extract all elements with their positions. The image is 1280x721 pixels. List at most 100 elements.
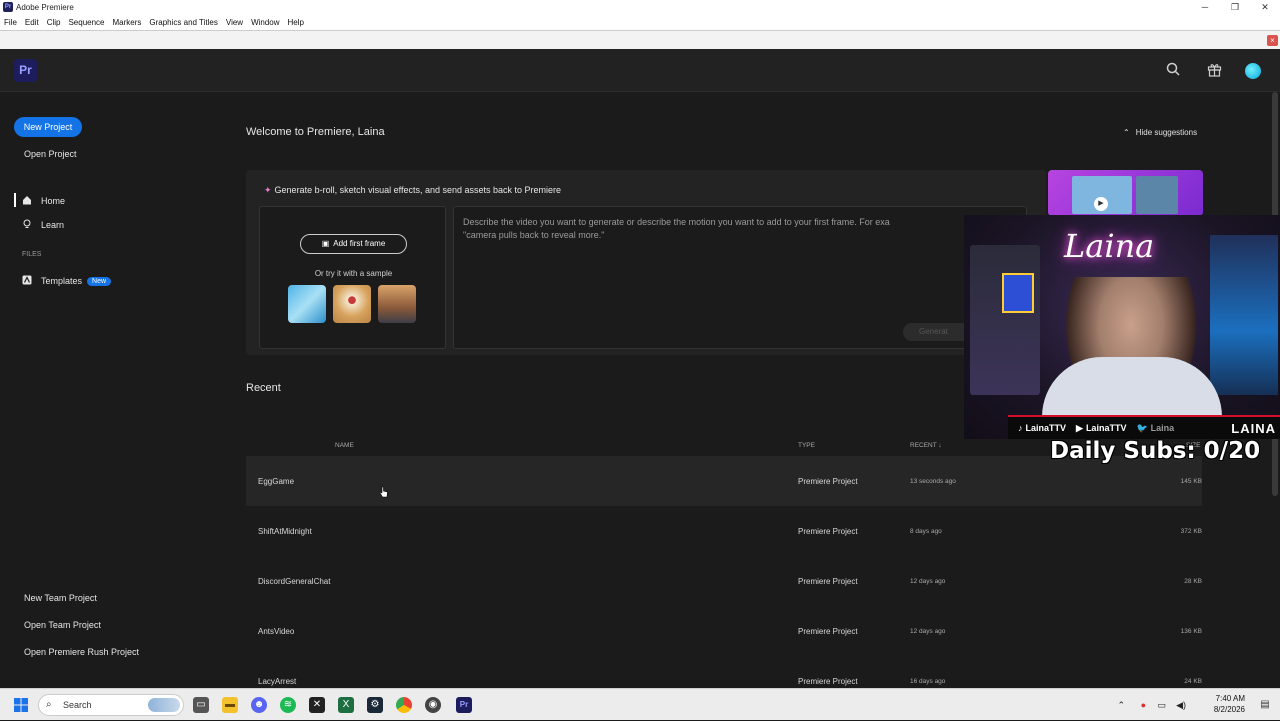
system-clock[interactable]: 7:40 AM 8/2/2026	[1205, 693, 1245, 715]
search-highlight-image	[148, 698, 180, 712]
sidebar-item-learn[interactable]: Learn	[14, 219, 64, 231]
tray-overflow-icon[interactable]: ⌃	[1117, 700, 1125, 711]
table-row[interactable]: LacyArrest Premiere Project 16 days ago …	[246, 656, 1202, 688]
volume-icon[interactable]: ◀)	[1176, 700, 1186, 711]
new-project-button[interactable]: New Project	[14, 117, 82, 137]
sidebar-item-home[interactable]: Home	[14, 193, 66, 207]
obs-icon[interactable]: ◉	[425, 697, 441, 713]
taskbar-search-label: Search	[63, 700, 92, 710]
file-explorer-icon[interactable]: ▬	[222, 697, 238, 713]
menu-edit[interactable]: Edit	[25, 18, 39, 27]
notification-strip: ×	[0, 30, 1280, 49]
table-row[interactable]: ShiftAtMidnight Premiere Project 8 days …	[246, 506, 1202, 556]
hide-suggestions-button[interactable]: ⌃ Hide suggestions	[1123, 128, 1197, 137]
menu-bar: File Edit Clip Sequence Markers Graphics…	[0, 14, 1280, 30]
project-name: EggGame	[258, 477, 295, 486]
close-window-button[interactable]: ✕	[1250, 0, 1280, 14]
sidebar-item-templates[interactable]: Templates New	[14, 275, 112, 287]
image-add-icon: ▣	[321, 239, 330, 248]
excel-icon[interactable]: X	[338, 697, 354, 713]
menu-sequence[interactable]: Sequence	[68, 18, 104, 27]
project-recent: 13 seconds ago	[910, 478, 956, 485]
open-rush-project-link[interactable]: Open Premiere Rush Project	[24, 647, 139, 657]
open-project-link[interactable]: Open Project	[24, 149, 77, 159]
menu-help[interactable]: Help	[288, 18, 304, 27]
clock-date: 8/2/2026	[1213, 705, 1245, 714]
window-title: Adobe Premiere	[16, 2, 74, 12]
promo-thumbnail[interactable]: ▶	[1048, 170, 1203, 216]
project-recent: 8 days ago	[910, 528, 942, 535]
youtube-handle: LainaTTV	[1085, 423, 1127, 433]
project-name: AntsVideo	[258, 627, 295, 636]
twitter-icon: 🐦	[1136, 422, 1148, 433]
menu-clip[interactable]: Clip	[47, 18, 61, 27]
lightbulb-icon	[22, 219, 32, 231]
project-type: Premiere Project	[798, 477, 858, 486]
social-bar: ♪ LainaTTV ▶ LainaTTV 🐦 Laina LAINA	[1008, 415, 1280, 439]
account-avatar[interactable]	[1245, 63, 1261, 79]
play-icon: ▶	[1094, 197, 1108, 211]
youtube-icon: ▶	[1076, 422, 1083, 433]
mouse-cursor-icon	[379, 486, 389, 498]
project-type: Premiere Project	[798, 627, 858, 636]
sidebar-item-label: Home	[41, 196, 66, 206]
taskbar-search[interactable]: ⌕ Search	[38, 694, 184, 716]
capcut-icon[interactable]: ✕	[309, 697, 325, 713]
search-icon: ⌕	[46, 699, 52, 710]
recent-title: Recent	[246, 382, 281, 394]
column-header-name[interactable]: NAME	[335, 442, 354, 449]
steam-icon[interactable]: ⚙	[367, 697, 383, 713]
sample-thumbnail-car[interactable]	[378, 285, 416, 323]
gift-icon[interactable]	[1205, 62, 1223, 80]
menu-graphics-and-titles[interactable]: Graphics and Titles	[149, 18, 217, 27]
tiktok-handle: LainaTTV	[1025, 423, 1067, 433]
tiktok-icon: ♪	[1018, 423, 1023, 433]
project-size: 372 KB	[1180, 528, 1202, 535]
project-type: Premiere Project	[798, 577, 858, 586]
spotify-icon[interactable]: ≋	[280, 697, 296, 713]
taskbar: ⌕ Search ▭ ▬ ☻ ≋ ✕ X ⚙ ◉ Pr ⌃ ● ▭ ◀) 7:4…	[0, 688, 1280, 720]
clock-time: 7:40 AM	[1215, 694, 1245, 703]
dismiss-notification-button[interactable]: ×	[1267, 35, 1278, 46]
column-header-type[interactable]: TYPE	[798, 442, 815, 449]
menu-view[interactable]: View	[226, 18, 243, 27]
sample-thumbnail-pancakes[interactable]	[333, 285, 371, 323]
project-size: 28 KB	[1184, 578, 1202, 585]
sidebar: New Project Open Project Home Learn FILE…	[0, 92, 230, 688]
new-team-project-link[interactable]: New Team Project	[24, 593, 97, 603]
sidebar-item-label: Templates	[41, 276, 83, 286]
chrome-icon[interactable]	[396, 697, 412, 713]
table-row[interactable]: DiscordGeneralChat Premiere Project 12 d…	[246, 556, 1202, 606]
search-icon[interactable]	[1164, 62, 1182, 80]
welcome-title: Welcome to Premiere, Laina	[246, 126, 385, 138]
restore-button[interactable]: ❐	[1220, 0, 1250, 14]
network-icon[interactable]: ▭	[1157, 700, 1166, 711]
menu-window[interactable]: Window	[251, 18, 279, 27]
add-first-frame-button[interactable]: ▣ Add first frame	[300, 234, 407, 254]
templates-icon	[22, 275, 32, 287]
windows-start-icon[interactable]	[13, 697, 29, 713]
microphone-icon[interactable]: ●	[1141, 700, 1146, 710]
project-size: 145 KB	[1180, 478, 1202, 485]
daily-subs-counter: Daily Subs: 0/20	[1050, 438, 1261, 464]
project-name: DiscordGeneralChat	[258, 577, 331, 586]
project-type: Premiere Project	[798, 677, 858, 686]
premiere-taskbar-icon[interactable]: Pr	[456, 697, 472, 713]
column-header-recent[interactable]: RECENT ↓	[910, 442, 942, 449]
notifications-icon[interactable]: ▤	[1257, 697, 1273, 713]
sample-thumbnail-water[interactable]	[288, 285, 326, 323]
minimize-button[interactable]: ─	[1190, 0, 1220, 14]
sample-prompt-label: Or try it with a sample	[314, 269, 393, 278]
open-team-project-link[interactable]: Open Team Project	[24, 620, 101, 630]
task-view-icon[interactable]: ▭	[193, 697, 209, 713]
menu-file[interactable]: File	[4, 18, 17, 27]
premiere-app-icon: Pr	[3, 2, 13, 12]
add-first-frame-label: Add first frame	[333, 239, 386, 248]
table-row[interactable]: AntsVideo Premiere Project 12 days ago 1…	[246, 606, 1202, 656]
generate-button[interactable]: Generat	[903, 323, 973, 341]
discord-icon[interactable]: ☻	[251, 697, 267, 713]
menu-markers[interactable]: Markers	[113, 18, 142, 27]
project-size: 24 KB	[1184, 678, 1202, 685]
twitter-handle: Laina	[1150, 423, 1175, 433]
window-titlebar: Pr Adobe Premiere ─ ❐ ✕	[0, 0, 1280, 14]
